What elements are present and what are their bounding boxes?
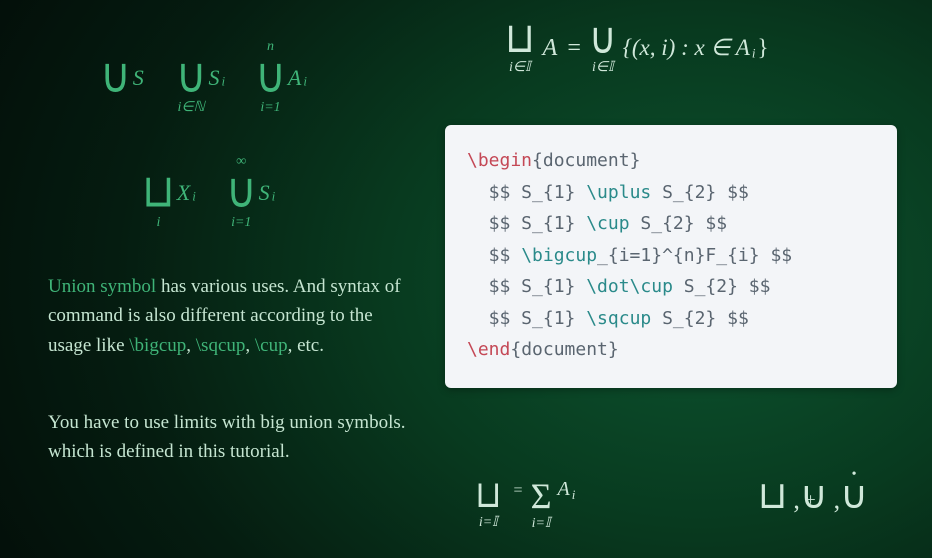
cmd-sqcup: \sqcup bbox=[196, 335, 246, 356]
bigcup-icon: ∪ bbox=[255, 53, 286, 101]
uplus-icon: ∪+ bbox=[800, 473, 834, 518]
bigsqcup-icon: ⊔ bbox=[475, 477, 502, 514]
code-line-3: $$ S_{1} \cup S_{2} $$ bbox=[467, 208, 875, 240]
code-line-2: $$ S_{1} \uplus S_{2} $$ bbox=[467, 177, 875, 209]
lead-phrase: Union symbol bbox=[48, 276, 156, 297]
bigcup-icon: ∪ bbox=[589, 17, 617, 61]
formula-row-1: ∪ S ∪ i∈ℕ Si n ∪ i=1 Ai bbox=[100, 40, 333, 116]
bigsqcup-icon: ⊔ bbox=[142, 169, 175, 215]
formula-bigcup-si: ∪ i∈ℕ Si bbox=[176, 40, 225, 116]
sigma-icon: Σ bbox=[531, 478, 552, 514]
code-line-6: $$ S_{1} \sqcup S_{2} $$ bbox=[467, 303, 875, 335]
bigcup-icon: ∪ bbox=[226, 168, 257, 216]
sqcup-icon: ⊔ bbox=[758, 475, 794, 517]
formula-bigsqcup-xi: ⊔ i Xi bbox=[142, 155, 196, 231]
formula-sum-equivalence: ⊔ i=𝕀 = Σ i=𝕀 Ai bbox=[475, 478, 575, 532]
page-root: ∪ S ∪ i∈ℕ Si n ∪ i=1 Ai ⊔ i X bbox=[0, 0, 932, 558]
formula-bigcup-inf: ∞ ∪ i=1 Si bbox=[226, 155, 275, 231]
paragraph-2: You have to use limits with big union sy… bbox=[48, 408, 418, 467]
formula-bigcup-s: ∪ S bbox=[100, 40, 146, 116]
code-line-4: $$ \bigcup_{i=1}^{n}F_{i} $$ bbox=[467, 240, 875, 272]
code-line-5: $$ S_{1} \dot\cup S_{2} $$ bbox=[467, 271, 875, 303]
formula-row-2: ⊔ i Xi ∞ ∪ i=1 Si bbox=[142, 155, 301, 231]
cmd-bigcup: \bigcup bbox=[129, 335, 186, 356]
paragraph-1: Union symbol has various uses. And synta… bbox=[48, 272, 408, 360]
bigcup-icon: ∪ bbox=[100, 53, 131, 101]
bigsqcup-icon: ⊔ bbox=[505, 18, 535, 60]
formula-bigcup-ai: n ∪ i=1 Ai bbox=[255, 40, 307, 116]
code-line-7: \end{document} bbox=[467, 334, 875, 366]
cmd-cup: \cup bbox=[255, 335, 288, 356]
formula-disjoint-union: ⊔ i∈𝕀 A= ∪ i∈𝕀 {(x, i) : x ∈ Ai} bbox=[505, 20, 771, 76]
dotcup-icon: ∪• bbox=[840, 473, 874, 518]
symbol-variants: ⊔,∪+,∪• bbox=[758, 473, 874, 518]
code-line-1: \begin{document} bbox=[467, 145, 875, 177]
latex-code-block: \begin{document} $$ S_{1} \uplus S_{2} $… bbox=[445, 125, 897, 388]
bigcup-icon: ∪ bbox=[176, 53, 207, 101]
